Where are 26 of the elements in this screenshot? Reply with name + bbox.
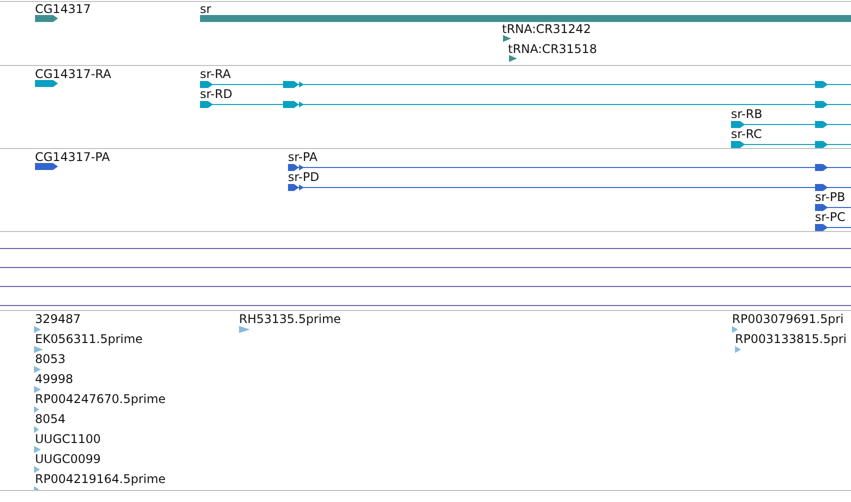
feature-label: sr-RB — [731, 107, 762, 121]
feature-label: RP004219164.5prime — [35, 472, 166, 486]
feature-label: 8053 — [35, 352, 66, 366]
feature-label: EK056311.5prime — [35, 332, 143, 346]
feature-label: sr-RA — [200, 67, 231, 81]
feature-label: CG14317 — [35, 2, 91, 16]
feature-label: sr-RD — [200, 87, 232, 101]
feature-label: RP004247670.5prime — [35, 392, 166, 406]
feature-label: sr-PB — [815, 190, 846, 204]
feature-label: RP003133815.5pri — [735, 332, 847, 346]
feature-label: RH53135.5prime — [239, 312, 341, 326]
feature-label: CG14317-RA — [35, 67, 112, 81]
feature-label: sr-PA — [288, 150, 318, 164]
feature-label: UUGC0099 — [35, 452, 101, 466]
feature-label: 8054 — [35, 412, 66, 426]
feature-label: UUGC1100 — [35, 432, 101, 446]
feature-label: sr — [200, 2, 212, 16]
feature-label: CG14317-PA — [35, 150, 110, 164]
feature-label: 329487 — [35, 312, 81, 326]
feature-label: RP003079691.5pri — [732, 312, 844, 326]
feature-label: 49998 — [35, 372, 74, 386]
feature-label: tRNA:CR31242 — [502, 22, 591, 36]
feature-label: sr-PC — [815, 210, 846, 224]
feature-label: sr-PD — [288, 170, 320, 184]
feature-label: tRNA:CR31518 — [508, 42, 597, 56]
feature-label: sr-RC — [731, 127, 762, 141]
